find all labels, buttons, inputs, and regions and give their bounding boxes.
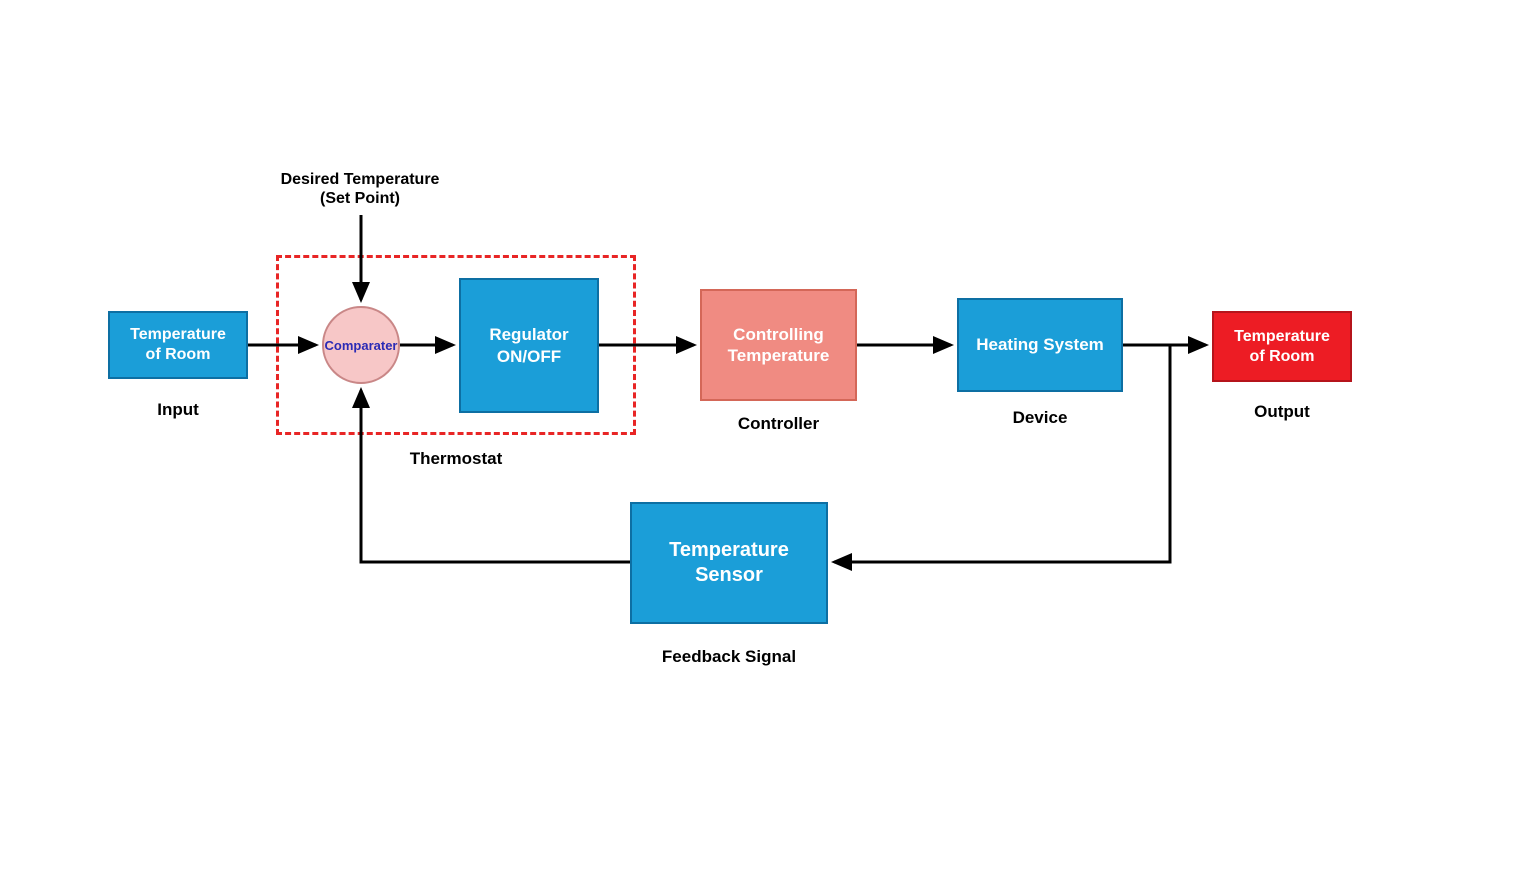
controller-block: Controlling Temperature xyxy=(700,289,857,401)
diagram-canvas: Temperature of Room Input Comparater Reg… xyxy=(0,0,1516,872)
controller-text: Controlling Temperature xyxy=(728,324,830,367)
setpoint-line2: (Set Point) xyxy=(320,190,400,207)
thermostat-label: Thermostat xyxy=(276,449,636,469)
output-text: Temperature of Room xyxy=(1234,327,1330,367)
output-caption: Output xyxy=(1212,402,1352,422)
device-block: Heating System xyxy=(957,298,1123,392)
device-text: Heating System xyxy=(976,334,1104,355)
arrows-layer xyxy=(0,0,1516,872)
regulator-text: Regulator ON/OFF xyxy=(489,324,568,367)
comparator-circle: Comparater xyxy=(322,306,400,384)
input-caption: Input xyxy=(108,400,248,420)
controller-caption: Controller xyxy=(700,414,857,434)
comparator-text: Comparater xyxy=(325,338,398,353)
setpoint-line1: Desired Temperature xyxy=(281,171,440,188)
setpoint-label: Desired Temperature (Set Point) xyxy=(260,170,460,208)
sensor-text: Temperature Sensor xyxy=(669,538,789,588)
input-block: Temperature of Room xyxy=(108,311,248,379)
regulator-block: Regulator ON/OFF xyxy=(459,278,599,413)
sensor-caption: Feedback Signal xyxy=(630,647,828,667)
sensor-block: Temperature Sensor xyxy=(630,502,828,624)
device-caption: Device xyxy=(957,408,1123,428)
output-block: Temperature of Room xyxy=(1212,311,1352,382)
input-block-text: Temperature of Room xyxy=(130,325,226,365)
